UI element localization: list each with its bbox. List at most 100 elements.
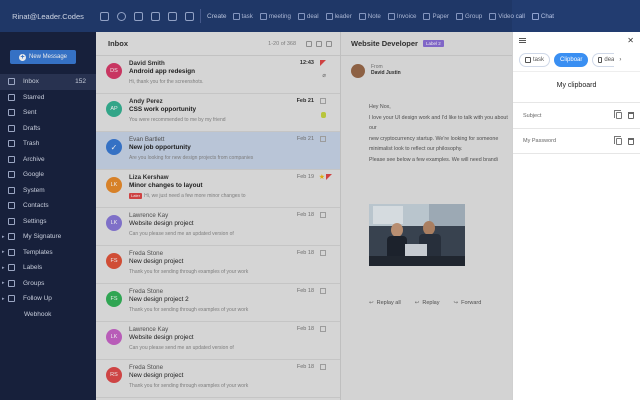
mark-read-icon[interactable] <box>151 11 160 21</box>
star-icon[interactable]: ★ <box>319 173 325 181</box>
prev-page-icon[interactable] <box>306 40 312 47</box>
message-subject: Minor changes to layout <box>129 182 203 189</box>
sidebar-item-drafts[interactable]: Drafts <box>0 121 96 137</box>
menu-icon[interactable] <box>519 37 526 43</box>
message-row[interactable]: FS Freda Stone New design project Thank you… <box>96 246 340 284</box>
toolbar-item-label: Paper <box>432 12 449 20</box>
toolbar-item-label: leader <box>334 12 352 20</box>
tab-deal[interactable]: dea <box>592 52 615 67</box>
close-icon[interactable]: ✕ <box>627 36 634 45</box>
sender-name[interactable]: David Justin <box>371 70 401 76</box>
flag-icon[interactable] <box>320 364 326 370</box>
grid-view-icon[interactable] <box>326 40 332 47</box>
toolbar-invoice-button[interactable]: Invoice <box>387 12 416 20</box>
sidebar-item-templates[interactable]: ▸ Templates <box>0 245 96 261</box>
copy-icon[interactable] <box>614 110 622 119</box>
message-preview: Hi, thank you for the screenshots. <box>129 78 334 86</box>
sidebar-item-google[interactable]: Google <box>0 167 96 183</box>
toolbar-meeting-button[interactable]: meeting <box>259 12 291 20</box>
email-body-line: our <box>369 125 377 131</box>
message-row[interactable]: AP Andy Perez CSS work opportunity You were… <box>96 94 340 132</box>
forward-button[interactable]: ↪ Forward <box>454 300 482 306</box>
trash-icon[interactable] <box>628 137 634 145</box>
list-view-icon[interactable] <box>316 40 322 47</box>
clipboard-title: My clipboard <box>556 82 597 89</box>
tag-icon[interactable] <box>168 11 177 21</box>
sidebar-item-webhook[interactable]: Webhook <box>0 307 96 323</box>
star-icon <box>8 93 15 101</box>
inbox-header: Inbox 1-20 of 368 <box>96 32 340 56</box>
sender-avatar: LK <box>106 329 122 345</box>
message-date: Feb 21 <box>296 98 314 104</box>
flag-icon[interactable] <box>320 250 326 256</box>
message-row[interactable]: LK Liza Kershaw Minor changes to layout Lat… <box>96 170 340 208</box>
message-preview-text: Thank you for sending through examples o… <box>129 307 249 313</box>
message-row[interactable]: RS Freda Stone New design project Thank you… <box>96 360 340 398</box>
checkbox-icon[interactable] <box>100 11 109 21</box>
sidebar-item-settings[interactable]: Settings <box>0 214 96 230</box>
message-date: Feb 18 <box>296 288 314 294</box>
delete-icon[interactable] <box>134 11 143 21</box>
message-row[interactable]: ✓ Evan Bartlett New job opportunity Are you… <box>96 132 340 170</box>
toolbar-deal-button[interactable]: deal <box>297 12 319 20</box>
toolbar-video-call-button[interactable]: Video call <box>489 12 525 20</box>
message-row[interactable]: LK Lawrence Kay Website design project Can … <box>96 208 340 246</box>
copy-icon[interactable] <box>614 135 622 145</box>
clipboard-item[interactable]: Subject <box>513 102 640 128</box>
chevron-right-icon[interactable]: › <box>619 57 621 63</box>
attachment-icon: ⌀ <box>322 73 326 79</box>
toolbar-paper-button[interactable]: Paper <box>423 12 449 20</box>
flag-icon[interactable] <box>320 212 326 218</box>
toolbar-chat-button[interactable]: Chat <box>531 12 554 20</box>
message-subject: New design project <box>129 372 184 379</box>
clipboard-item[interactable]: My Password <box>513 128 640 154</box>
tab-task[interactable]: task <box>519 52 551 67</box>
toolbar-group-button[interactable]: Group <box>456 12 482 20</box>
refresh-icon[interactable] <box>117 11 126 21</box>
reply-button[interactable]: ↩ Replay <box>415 300 440 306</box>
message-row[interactable]: FS Freda Stone New design project 2 Thank y… <box>96 284 340 322</box>
expand-arrow-icon[interactable]: ▸ <box>2 280 5 286</box>
toolbar-note-button[interactable]: Note <box>358 12 381 20</box>
message-date: Feb 19 <box>296 174 314 180</box>
toolbar-task-button[interactable]: task <box>232 12 253 20</box>
email-body-line: Please see below a few examples. We will… <box>369 156 498 163</box>
flag-icon[interactable] <box>320 288 326 294</box>
sidebar-item-system[interactable]: System <box>0 183 96 199</box>
trash-icon[interactable] <box>628 112 634 119</box>
message-preview: Can you please send me an updated versio… <box>129 230 334 238</box>
flag-icon[interactable] <box>326 174 332 180</box>
tab-clipboard[interactable]: Clipboar <box>554 52 589 67</box>
flag-icon[interactable] <box>320 326 326 332</box>
message-row[interactable]: LK Lawrence Kay Website design project Can … <box>96 322 340 360</box>
sidebar-item-trash[interactable]: Trash <box>0 136 96 152</box>
expand-arrow-icon[interactable]: ▸ <box>2 265 5 271</box>
sidebar-item-groups[interactable]: ▸ Groups <box>0 276 96 292</box>
message-date: Feb 18 <box>296 364 314 370</box>
email-body-line: new cryptocurrency startup. We're lookin… <box>369 135 499 142</box>
sidebar-item-archive[interactable]: Archive <box>0 152 96 168</box>
new-message-button[interactable]: + New Message <box>10 50 76 64</box>
message-date: Feb 18 <box>296 212 314 218</box>
sidebar-item-labels[interactable]: ▸ Labels <box>0 260 96 276</box>
sidebar-item-sent[interactable]: Sent <box>0 105 96 121</box>
expand-arrow-icon[interactable]: ▸ <box>2 234 5 240</box>
sidebar-item-follow-up[interactable]: ▸ Follow Up <box>0 291 96 307</box>
sidebar-item-starred[interactable]: Starred <box>0 90 96 106</box>
email-body-line: minimalist look to reflect our philosoph… <box>369 146 463 152</box>
sidebar-item-contacts[interactable]: Contacts <box>0 198 96 214</box>
toolbar-item-label: task <box>241 12 253 20</box>
account-name[interactable]: Rinat@Leader.Codes <box>0 0 96 32</box>
flag-icon[interactable] <box>320 60 326 66</box>
reply-all-button[interactable]: ↩ Replay all <box>369 300 401 306</box>
expand-arrow-icon[interactable]: ▸ <box>2 249 5 255</box>
message-row[interactable]: DS David Smith Android app redesign Hi, tha… <box>96 56 340 94</box>
sidebar-item-inbox[interactable]: Inbox 152 <box>0 74 96 90</box>
expand-arrow-icon[interactable]: ▸ <box>2 296 5 302</box>
toolbar-leader-button[interactable]: leader <box>325 12 352 20</box>
sidebar-item-my-signature[interactable]: ▸ My Signature <box>0 229 96 245</box>
flag-icon[interactable] <box>320 98 326 104</box>
flag-icon[interactable] <box>320 136 326 142</box>
email-label-badge[interactable]: Label 2 <box>422 40 444 47</box>
filter-icon[interactable] <box>185 11 194 21</box>
